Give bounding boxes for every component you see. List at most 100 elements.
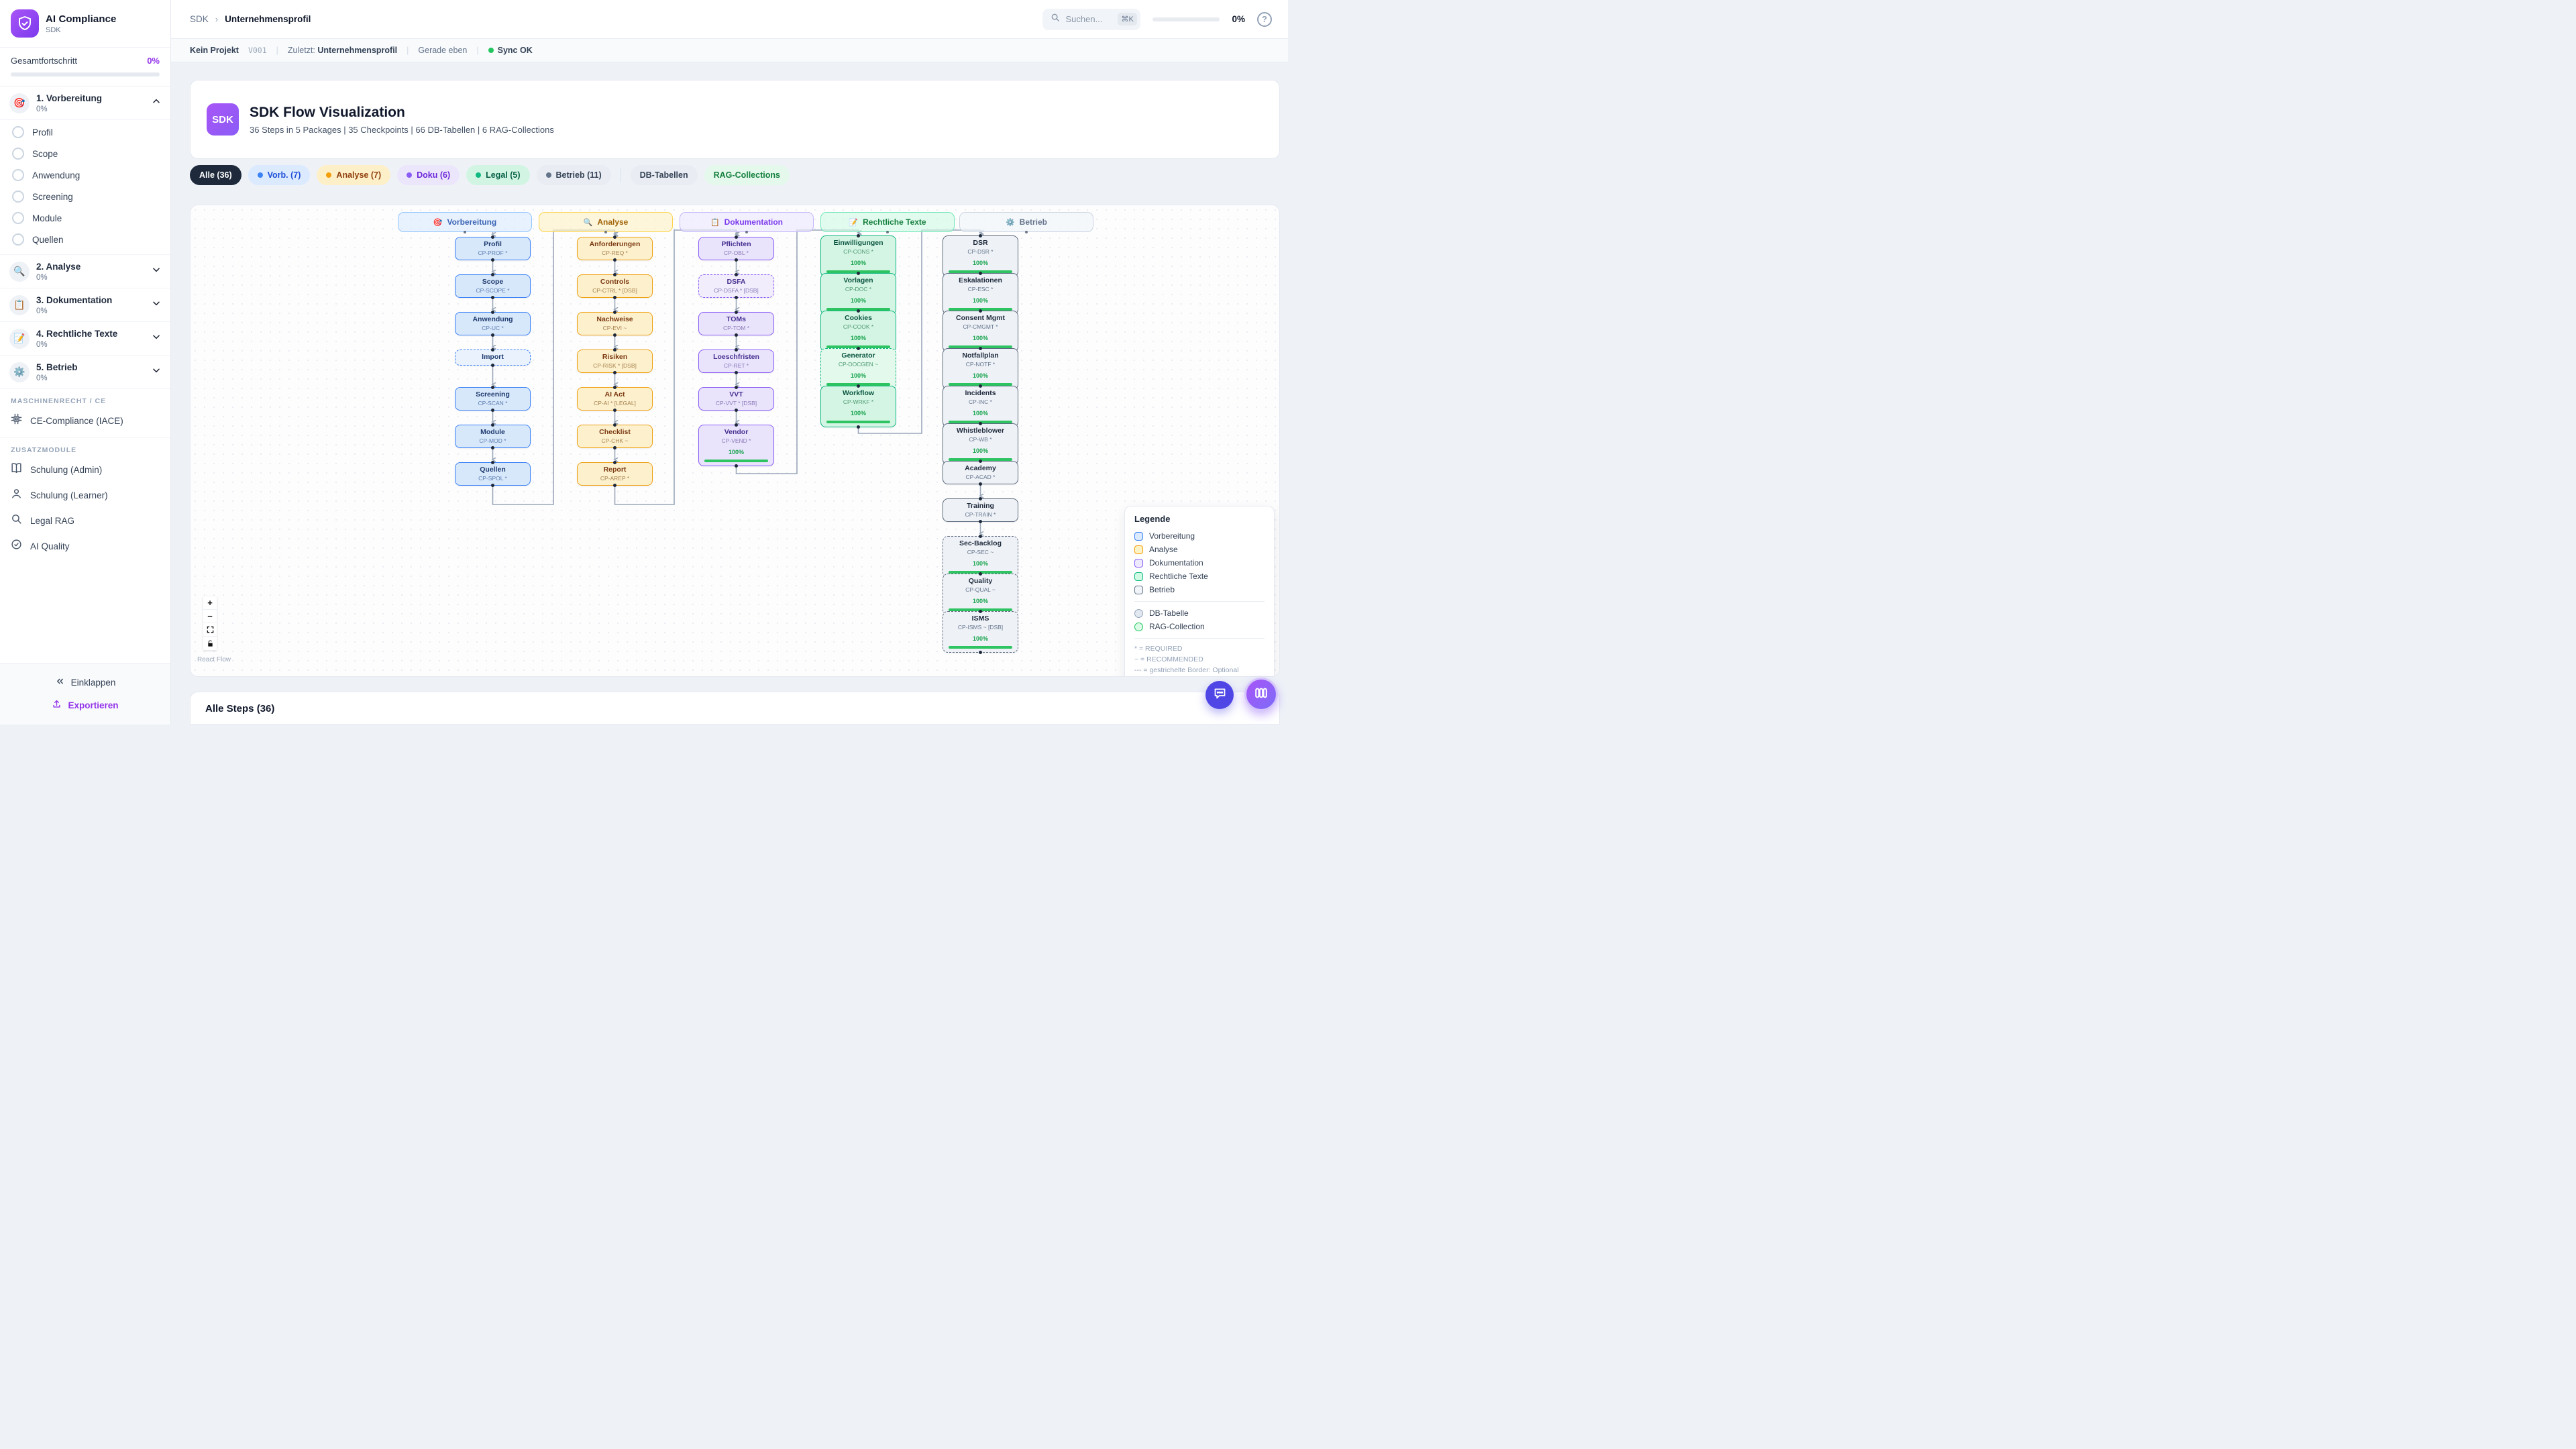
all-steps-panel: Alle Steps (36): [190, 692, 1280, 724]
sidebar-item-module[interactable]: Module: [0, 207, 170, 229]
last-label: Zuletzt:: [288, 46, 315, 55]
breadcrumb-root[interactable]: SDK: [190, 14, 209, 24]
filter-analyse[interactable]: Analyse (7): [317, 165, 390, 185]
filter-alle[interactable]: Alle (36): [190, 165, 241, 185]
flow-node[interactable]: Training CP-TRAIN *: [943, 498, 1018, 522]
react-flow-attribution[interactable]: React Flow: [197, 656, 231, 663]
columns-fab-button[interactable]: [1244, 678, 1278, 711]
filter-vorbereitung[interactable]: Vorb. (7): [248, 165, 311, 185]
step-circle-icon: [12, 212, 24, 224]
flow-node[interactable]: Eskalationen CP-ESC * 100%: [943, 273, 1018, 315]
flow-node[interactable]: Report CP-AREP *: [577, 462, 653, 486]
flow-node[interactable]: VVT CP-VVT * [DSB]: [698, 387, 774, 411]
flow-node[interactable]: Loeschfristen CP-RET *: [698, 350, 774, 373]
sidebar-section-analyse[interactable]: 🔍 2. Analyse 0%: [0, 255, 170, 288]
fit-view-button[interactable]: [203, 623, 217, 637]
header-progress-value: 0%: [1232, 14, 1245, 24]
flow-node[interactable]: Pflichten CP-OBL *: [698, 237, 774, 260]
flow-node[interactable]: ISMS CP-ISMS ~ [DSB] 100%: [943, 611, 1018, 653]
sidebar-item-anwendung[interactable]: Anwendung: [0, 164, 170, 186]
flow-node[interactable]: Vorlagen CP-DOC * 100%: [820, 273, 896, 315]
flow-node[interactable]: Controls CP-CTRL * [DSB]: [577, 274, 653, 298]
sidebar-section-rechtliche-texte[interactable]: 📝 4. Rechtliche Texte 0%: [0, 322, 170, 356]
sidebar-item-scope[interactable]: Scope: [0, 143, 170, 164]
flow-node[interactable]: AI Act CP-AI * [LEGAL]: [577, 387, 653, 411]
flow-node[interactable]: DSR CP-DSR * 100%: [943, 235, 1018, 277]
flow-node[interactable]: Risiken CP-RISK * [DSB]: [577, 350, 653, 373]
flow-node[interactable]: Scope CP-SCOPE *: [455, 274, 531, 298]
sidebar-item-ce-compliance[interactable]: CE-Compliance (IACE): [0, 408, 170, 433]
sidebar-item-schulung-admin[interactable]: Schulung (Admin): [0, 457, 170, 482]
collapse-sidebar-button[interactable]: Einklappen: [0, 671, 170, 694]
chat-fab-button[interactable]: [1205, 681, 1234, 709]
flow-node[interactable]: DSFA CP-DSFA * [DSB]: [698, 274, 774, 298]
sidebar-item-quellen[interactable]: Quellen: [0, 229, 170, 250]
slate-swatch-icon: [1134, 586, 1143, 594]
node-code: CP-RET *: [702, 362, 771, 369]
node-progress: 100%: [946, 256, 1015, 273]
filter-legal[interactable]: Legal (5): [466, 165, 529, 185]
flow-node[interactable]: Sec-Backlog CP-SEC ~ 100%: [943, 536, 1018, 578]
sidebar-section-betrieb[interactable]: ⚙️ 5. Betrieb 0%: [0, 356, 170, 389]
filter-rag-collections[interactable]: RAG-Collections: [704, 165, 790, 185]
node-progress: 100%: [946, 294, 1015, 311]
flow-node[interactable]: Quellen CP-SPOL *: [455, 462, 531, 486]
node-title: AI Act: [580, 390, 649, 399]
group-header-analyse[interactable]: 🔍Analyse: [539, 212, 673, 232]
flow-node[interactable]: Checklist CP-CHK ~: [577, 425, 653, 448]
group-header-rechtliche-texte[interactable]: 📝Rechtliche Texte: [820, 212, 955, 232]
flow-node[interactable]: Vendor CP-VEND * 100%: [698, 425, 774, 466]
flow-node[interactable]: Incidents CP-INC * 100%: [943, 386, 1018, 427]
breadcrumb: SDK › Unternehmensprofil: [190, 14, 311, 24]
help-icon[interactable]: ?: [1257, 12, 1272, 27]
zoom-out-button[interactable]: −: [203, 610, 217, 623]
flow-node[interactable]: Nachweise CP-EVI ~: [577, 312, 653, 335]
flow-node[interactable]: Einwilligungen CP-CONS * 100%: [820, 235, 896, 277]
sidebar-item-screening[interactable]: Screening: [0, 186, 170, 207]
filter-doku[interactable]: Doku (6): [397, 165, 460, 185]
node-code: CP-NOTF *: [946, 361, 1015, 368]
filter-betrieb[interactable]: Betrieb (11): [537, 165, 611, 185]
sidebar-item-schulung-learner[interactable]: Schulung (Learner): [0, 482, 170, 508]
sidebar-item-legal-rag[interactable]: Legal RAG: [0, 508, 170, 533]
flow-node[interactable]: Anwendung CP-UC *: [455, 312, 531, 335]
flow-node[interactable]: Academy CP-ACAD *: [943, 461, 1018, 484]
node-title: Risiken: [580, 353, 649, 362]
flow-node[interactable]: Cookies CP-COOK * 100%: [820, 311, 896, 352]
flow-node[interactable]: Generator CP-DOCGEN ~ 100%: [820, 348, 896, 390]
flow-canvas[interactable]: 🎯Vorbereitung 🔍Analyse 📋Dokumentation 📝R…: [190, 205, 1280, 677]
export-button[interactable]: Exportieren: [0, 694, 170, 716]
flow-node[interactable]: Import: [455, 350, 531, 366]
flow-node[interactable]: Anforderungen CP-REQ *: [577, 237, 653, 260]
sidebar-item-profil[interactable]: Profil: [0, 121, 170, 143]
filter-db-tabellen[interactable]: DB-Tabellen: [631, 165, 698, 185]
amber-swatch-icon: [1134, 545, 1143, 554]
search-box[interactable]: ⌘K: [1042, 9, 1140, 30]
sidebar-section-dokumentation[interactable]: 📋 3. Dokumentation 0%: [0, 288, 170, 322]
flow-node[interactable]: TOMs CP-TOM *: [698, 312, 774, 335]
node-code: CP-CHK ~: [580, 437, 649, 444]
sidebar-item-ai-quality[interactable]: AI Quality: [0, 533, 170, 559]
legend-item-betrieb: Betrieb: [1134, 583, 1265, 596]
breadcrumb-separator-icon: ›: [215, 14, 218, 24]
last-saved-time: Gerade eben: [418, 46, 467, 55]
clipboard-icon: 📋: [710, 218, 720, 227]
flow-node[interactable]: Profil CP-PROF *: [455, 237, 531, 260]
flow-node[interactable]: Whistleblower CP-WB * 100%: [943, 423, 1018, 465]
flow-node[interactable]: Module CP-MOD *: [455, 425, 531, 448]
node-progress: 100%: [824, 369, 893, 386]
group-header-vorbereitung[interactable]: 🎯Vorbereitung: [398, 212, 532, 232]
flow-node[interactable]: Screening CP-SCAN *: [455, 387, 531, 411]
lock-toggle-button[interactable]: [203, 637, 217, 650]
search-input[interactable]: [1065, 14, 1112, 24]
group-header-betrieb[interactable]: ⚙️Betrieb: [959, 212, 1093, 232]
flow-node[interactable]: Consent Mgmt CP-CMGMT * 100%: [943, 311, 1018, 352]
zoom-in-button[interactable]: +: [203, 596, 217, 610]
flow-node[interactable]: Workflow CP-WRKF * 100%: [820, 386, 896, 427]
flow-node[interactable]: Quality CP-QUAL ~ 100%: [943, 574, 1018, 615]
sidebar-section-vorbereitung[interactable]: 🎯 1. Vorbereitung 0%: [0, 87, 170, 120]
node-title: Consent Mgmt: [946, 314, 1015, 323]
flow-node[interactable]: Notfallplan CP-NOTF * 100%: [943, 348, 1018, 390]
legend-item-dokumentation: Dokumentation: [1134, 556, 1265, 570]
group-header-dokumentation[interactable]: 📋Dokumentation: [680, 212, 814, 232]
